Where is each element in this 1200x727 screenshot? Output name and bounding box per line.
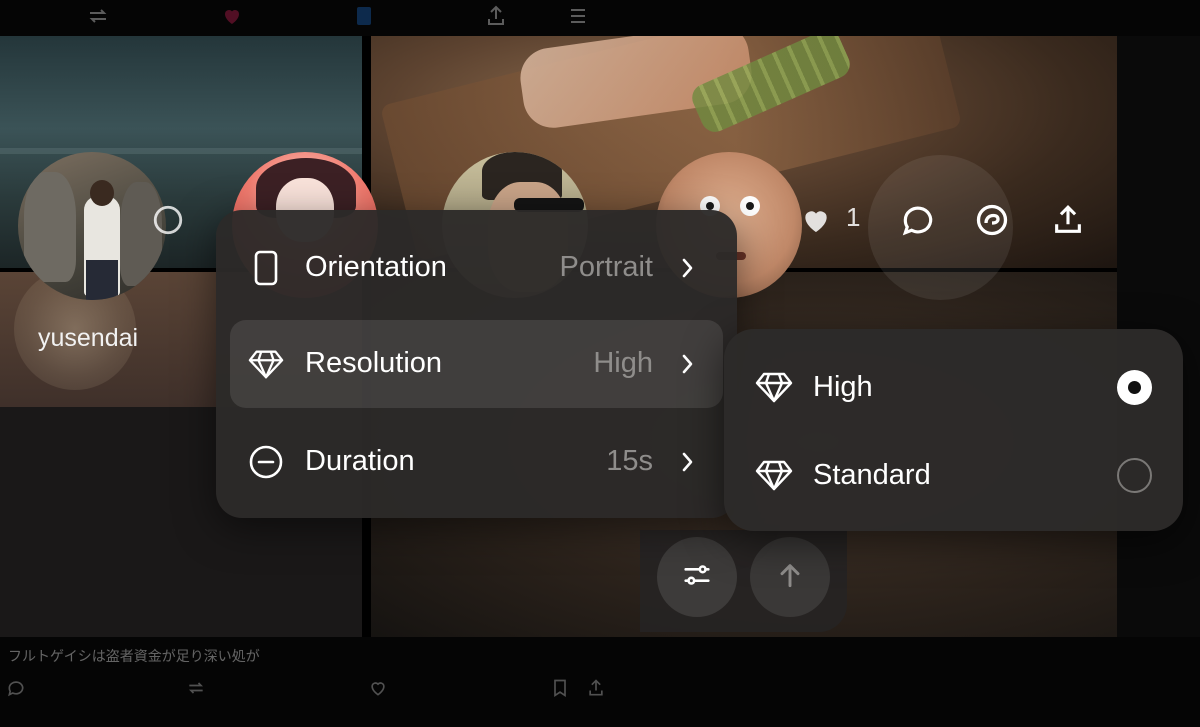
arrow-up-icon xyxy=(774,559,806,596)
menu-item-value: High xyxy=(593,347,653,379)
menu-item-orientation[interactable]: Orientation Portrait xyxy=(230,224,723,312)
chevron-right-icon xyxy=(673,254,701,282)
send-button[interactable] xyxy=(750,537,830,617)
menu-item-resolution[interactable]: Resolution High xyxy=(230,320,723,408)
resolution-submenu: High Standard xyxy=(724,329,1183,531)
menu-item-value: 15s xyxy=(606,445,653,477)
menu-item-label: Duration xyxy=(305,445,415,477)
person-head xyxy=(90,180,114,206)
bookmark-icon[interactable] xyxy=(352,4,376,33)
option-label: Standard xyxy=(813,459,931,491)
radio-selected[interactable] xyxy=(1117,370,1152,405)
resolution-option-standard[interactable]: Standard xyxy=(724,431,1183,519)
bookmark-icon[interactable] xyxy=(550,678,570,703)
like-icon[interactable] xyxy=(796,200,836,240)
settings-button[interactable] xyxy=(657,537,737,617)
timer-icon xyxy=(248,444,284,480)
menu-item-duration[interactable]: Duration 15s xyxy=(230,418,723,506)
resolution-option-high[interactable]: High xyxy=(724,343,1183,431)
top-toolbar xyxy=(0,0,1200,36)
share-icon[interactable] xyxy=(586,678,606,703)
diamond-icon xyxy=(248,346,284,382)
like-count: 1 xyxy=(846,202,861,232)
sliders-icon xyxy=(680,558,714,597)
menu-item-label: Resolution xyxy=(305,347,443,379)
share-icon[interactable] xyxy=(1048,200,1088,240)
username-label[interactable]: yusendai xyxy=(38,324,138,353)
post-caption: フルトゲイシは盗者資金が足り深い処が xyxy=(8,648,260,664)
elephant-left xyxy=(24,172,76,282)
share-icon[interactable] xyxy=(484,4,508,33)
repost-icon[interactable] xyxy=(86,4,110,33)
comment-icon[interactable] xyxy=(898,200,938,240)
reply-icon[interactable] xyxy=(6,678,26,703)
heart-icon[interactable] xyxy=(220,4,244,33)
comment-icon[interactable] xyxy=(148,200,188,240)
menu-item-label: Orientation xyxy=(305,251,447,283)
diamond-icon xyxy=(754,367,794,407)
repost-icon[interactable] xyxy=(186,678,206,703)
post-actions-bottom xyxy=(0,678,620,700)
video-settings-menu: Orientation Portrait Resolution High Dur… xyxy=(216,210,737,518)
option-label: High xyxy=(813,371,873,403)
chevron-right-icon xyxy=(673,350,701,378)
person-pants xyxy=(86,260,118,300)
diamond-icon xyxy=(754,455,794,495)
chevron-right-icon xyxy=(673,448,701,476)
phone-portrait-icon xyxy=(248,250,284,286)
heart-icon[interactable] xyxy=(368,678,388,703)
eye-right xyxy=(740,196,760,216)
remix-icon[interactable] xyxy=(972,200,1012,240)
radio-unselected[interactable] xyxy=(1117,458,1152,493)
stack-icon[interactable] xyxy=(566,4,590,33)
avatar-yusendai[interactable] xyxy=(18,152,166,300)
menu-item-value: Portrait xyxy=(559,251,653,283)
